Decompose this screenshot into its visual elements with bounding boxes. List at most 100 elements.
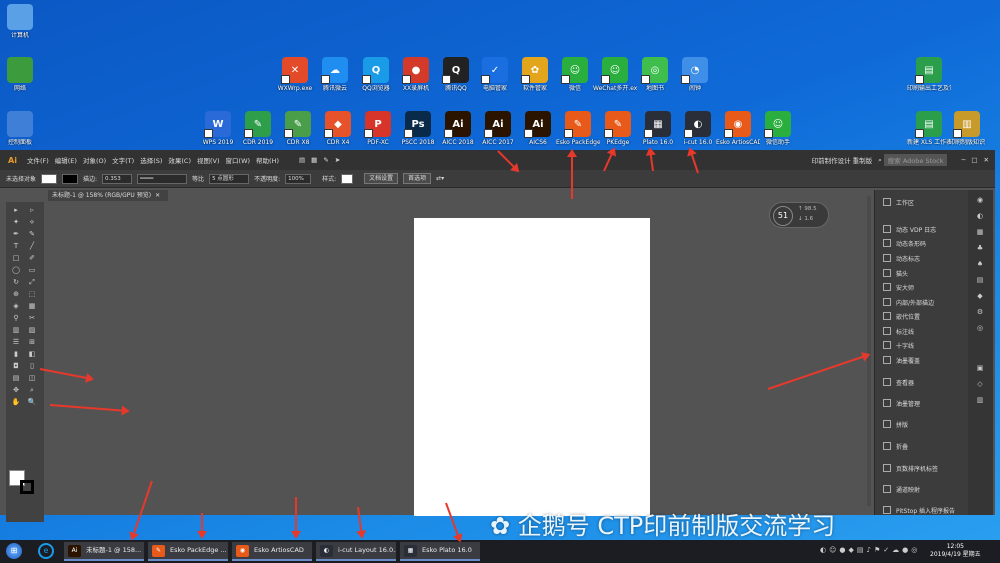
tool-icon[interactable]: ▨ [27, 326, 37, 334]
desktop-icon[interactable]: ✿ 软件管家 [513, 57, 557, 92]
tool-icon[interactable]: ⟡ [27, 218, 37, 226]
tool-icon[interactable]: ✂ [27, 314, 37, 322]
tool-icon[interactable]: ▦ [27, 302, 37, 310]
panel-toggle-icon[interactable]: ▥ [975, 396, 985, 404]
taskbar-app-button[interactable]: ◉ Esko ArtiosCAD [232, 542, 312, 561]
panel-item[interactable]: PitStop 插入程序报告 [883, 504, 955, 516]
desktop-icon[interactable]: 计算机 [0, 4, 42, 39]
desktop-icon[interactable]: ◎ 地图书 [633, 57, 677, 92]
desktop-icon[interactable]: ☺ WeChat多开.exe [593, 57, 637, 92]
preferences-button[interactable]: 首选项 [403, 173, 432, 184]
artboard[interactable] [414, 218, 650, 516]
panel-item[interactable]: 嵌代位置 [883, 310, 920, 322]
panel-item[interactable]: 内部/外部描边 [883, 296, 934, 308]
desktop-icon[interactable]: Q QQ浏览器 [354, 57, 398, 92]
menu-item[interactable]: 文件(F) [27, 157, 49, 165]
panel-item[interactable]: 折叠 [883, 440, 908, 452]
workspace-switcher[interactable]: 印前制作设计 重制版 [812, 155, 873, 165]
tool-icon[interactable]: ◫ [27, 374, 37, 382]
desktop-icon[interactable]: ◉ Esko ArtiosCAD [716, 111, 760, 146]
tray-security-icon[interactable]: ◆ [849, 546, 857, 554]
menu-item[interactable]: 选择(S) [140, 157, 162, 165]
desktop-icon[interactable]: ● XX录屏机 [394, 57, 438, 92]
taskbar-app-button[interactable]: ◐ i-cut Layout 16.0... [316, 542, 396, 561]
panel-toggle-icon[interactable]: ◉ [975, 196, 985, 204]
tool-icon[interactable]: ⚲ [11, 314, 21, 322]
start-button[interactable]: ⊞ [6, 543, 22, 559]
desktop-icon[interactable]: W WPS 2019 [196, 111, 240, 146]
desktop-icon[interactable]: ▥ 印刷制版知识 [945, 111, 989, 146]
desktop-icon[interactable]: ☺ 微信助手 [756, 111, 800, 146]
taskbar-app-button[interactable]: ✎ Esko PackEdge ... [148, 542, 228, 561]
panel-item[interactable]: 动态标志 [883, 252, 920, 264]
document-setup-button[interactable]: 文档设置 [364, 173, 399, 184]
panel-item[interactable]: 十字线 [883, 339, 914, 351]
panel-item[interactable]: 工作区 [883, 196, 914, 208]
tool-icon[interactable]: ◘ [11, 362, 21, 370]
desktop-icon[interactable]: ✎ Esko PackEdge [556, 111, 600, 146]
tray-volume-icon[interactable]: ♪ [867, 546, 874, 554]
tool-icon[interactable]: ☰ [11, 338, 21, 346]
panel-item[interactable]: 标注线 [883, 325, 914, 337]
tool-icon[interactable]: ⌕ [27, 386, 37, 394]
tab-close-icon[interactable]: ✕ [155, 192, 160, 199]
tray-flag-icon[interactable]: ⚑ [874, 546, 883, 554]
tool-icon[interactable]: ▹ [27, 206, 37, 214]
desktop-icon[interactable]: ✎ PKEdge [596, 111, 640, 146]
panel-item[interactable]: 动态 VDP 日志 [883, 223, 936, 235]
panel-item[interactable]: 安大师 [883, 281, 914, 293]
tool-icon[interactable]: ◯ [11, 266, 21, 274]
panel-toggle-icon[interactable]: ⚙ [975, 308, 985, 316]
search-input[interactable]: 搜索 Adobe Stock [883, 154, 948, 166]
panel-item[interactable]: 油墨管理 [883, 397, 920, 409]
desktop-icon[interactable]: ▦ Plato 16.0 [636, 111, 680, 146]
send-icon[interactable]: ➤ [335, 156, 340, 164]
tray-chat-icon[interactable]: ● [902, 546, 911, 554]
menu-item[interactable]: 编辑(E) [55, 157, 77, 165]
panel-toggle-icon[interactable]: ▤ [975, 276, 985, 284]
panel-toggle-icon[interactable]: ◎ [975, 324, 985, 332]
fill-swatch[interactable] [41, 173, 58, 184]
taskbar-app-button[interactable]: ▦ Esko Plato 16.0 [400, 542, 480, 561]
tool-icon[interactable]: ◈ [11, 302, 21, 310]
desktop-icon[interactable]: ☁ 腾讯微云 [313, 57, 357, 92]
menu-item[interactable]: 效果(C) [168, 157, 191, 165]
desktop-icon[interactable]: ◔ 闹钟 [673, 57, 717, 92]
desktop-icon[interactable]: ✕ WXWrp.exe [273, 57, 317, 92]
tray-cloud-icon[interactable]: ☁ [892, 546, 902, 554]
tool-icon[interactable]: T [11, 242, 21, 250]
arrange-icon[interactable]: ▦ [311, 156, 317, 164]
tool-icon[interactable]: ✒ [11, 230, 21, 238]
taskbar-app-button[interactable]: Ai 未标题-1 @ 158... [64, 542, 144, 561]
tool-icon[interactable]: ▮ [11, 350, 21, 358]
brush-shape-select[interactable]: 5 点圆形 [209, 173, 250, 184]
desktop-icon[interactable]: ◆ CDR X4 [316, 111, 360, 146]
tool-icon[interactable]: ▥ [11, 326, 21, 334]
menu-item[interactable]: 帮助(H) [256, 157, 279, 165]
stroke-swatch[interactable] [62, 173, 79, 184]
tool-icon[interactable]: ◧ [27, 350, 37, 358]
tool-icon[interactable]: □ [11, 254, 21, 262]
desktop-icon[interactable]: Ps PSCC 2018 [396, 111, 440, 146]
tool-icon[interactable]: ✐ [27, 254, 37, 262]
brush-icon[interactable]: ✎ [323, 156, 328, 164]
desktop-icon[interactable]: Ai AICC 2018 [436, 111, 480, 146]
panel-toggle-icon[interactable]: ▦ [975, 228, 985, 236]
desktop-icon[interactable]: ☺ 微信 [553, 57, 597, 92]
close-button[interactable]: ✕ [984, 156, 989, 164]
tray-extra-icon[interactable]: ◎ [911, 546, 920, 554]
desktop-icon[interactable]: 控制面板 [0, 111, 42, 146]
menu-item[interactable]: 窗口(W) [226, 157, 251, 165]
panel-item[interactable]: 查看器 [883, 376, 914, 388]
panel-toggle-icon[interactable]: ♠ [975, 260, 985, 268]
tray-network-icon[interactable]: ▤ [857, 546, 867, 554]
tray-qq-icon[interactable]: ● [839, 546, 848, 554]
tool-icon[interactable]: ▯ [27, 362, 37, 370]
tool-icon[interactable]: ▸ [11, 206, 21, 214]
panel-item[interactable]: 油墨覆盖 [883, 354, 920, 366]
tool-icon[interactable]: ✦ [11, 218, 21, 226]
panel-toggle-icon[interactable]: ◆ [975, 292, 985, 300]
zoom-widget[interactable]: 51 ↑ 98.5 ↓ 1.6 [769, 202, 829, 228]
layout-icon[interactable]: ▤ [299, 156, 305, 164]
stroke-weight-input[interactable]: 0.353 [102, 173, 133, 184]
